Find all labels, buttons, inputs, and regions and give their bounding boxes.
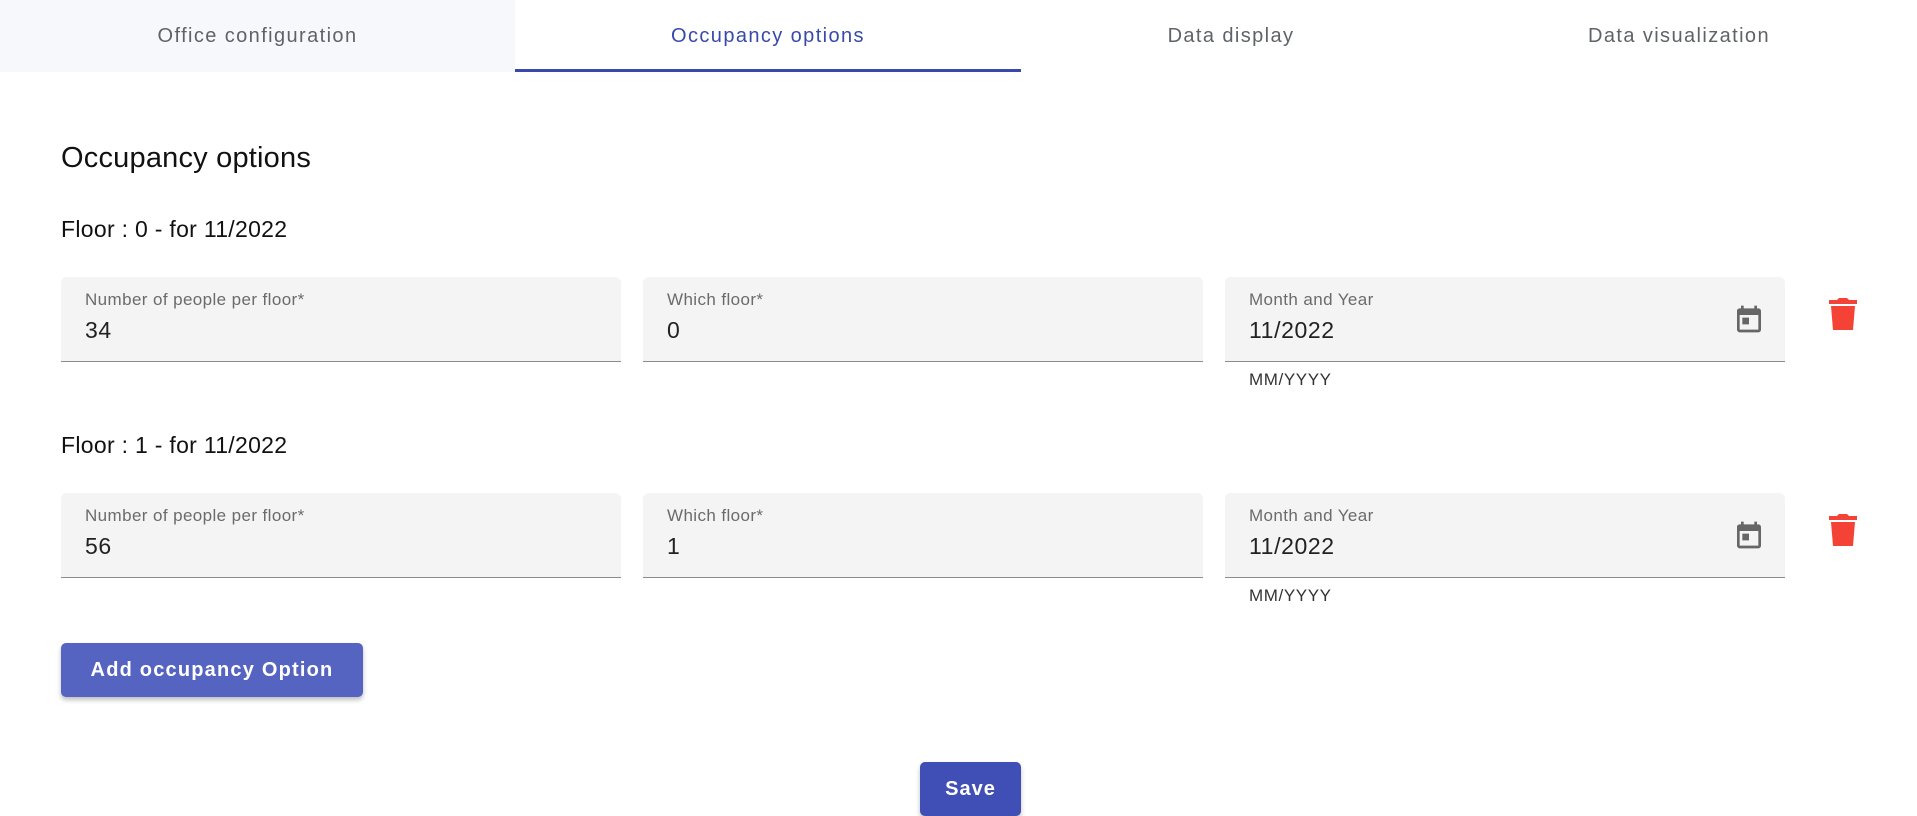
tab-office-configuration[interactable]: Office configuration — [0, 0, 515, 72]
month-year-label: Month and Year — [1249, 506, 1374, 525]
calendar-icon[interactable] — [1733, 303, 1765, 335]
people-per-floor-value[interactable]: 34 — [85, 317, 112, 344]
floor-heading: Floor : 1 - for 11/2022 — [61, 432, 288, 458]
tab-bar: Office configuration Occupancy options D… — [0, 0, 1917, 72]
which-floor-field[interactable]: Which floor* 1 — [643, 493, 1203, 578]
month-year-field[interactable]: Month and Year 11/2022 — [1225, 277, 1785, 362]
people-per-floor-field[interactable]: Number of people per floor* 34 — [61, 277, 621, 362]
people-per-floor-label: Number of people per floor* — [85, 506, 305, 525]
month-year-label: Month and Year — [1249, 290, 1374, 309]
people-per-floor-field[interactable]: Number of people per floor* 56 — [61, 493, 621, 578]
month-year-field[interactable]: Month and Year 11/2022 — [1225, 493, 1785, 578]
which-floor-field[interactable]: Which floor* 0 — [643, 277, 1203, 362]
people-per-floor-value[interactable]: 56 — [85, 533, 112, 560]
which-floor-value[interactable]: 0 — [667, 317, 680, 344]
trash-icon[interactable] — [1829, 298, 1857, 330]
trash-icon[interactable] — [1829, 514, 1857, 546]
people-per-floor-label: Number of people per floor* — [85, 290, 305, 309]
which-floor-label: Which floor* — [667, 506, 764, 525]
tab-occupancy-options[interactable]: Occupancy options — [515, 0, 1021, 72]
date-format-hint: MM/YYYY — [1249, 586, 1332, 605]
floor-heading: Floor : 0 - for 11/2022 — [61, 216, 288, 242]
tab-data-visualization[interactable]: Data visualization — [1441, 0, 1917, 72]
calendar-icon[interactable] — [1733, 519, 1765, 551]
which-floor-value[interactable]: 1 — [667, 533, 680, 560]
month-year-value[interactable]: 11/2022 — [1249, 533, 1335, 560]
add-occupancy-option-button[interactable]: Add occupancy Option — [61, 643, 363, 697]
date-format-hint: MM/YYYY — [1249, 370, 1332, 389]
page-title: Occupancy options — [61, 142, 312, 174]
tab-data-display[interactable]: Data display — [1021, 0, 1441, 72]
which-floor-label: Which floor* — [667, 290, 764, 309]
month-year-value[interactable]: 11/2022 — [1249, 317, 1335, 344]
